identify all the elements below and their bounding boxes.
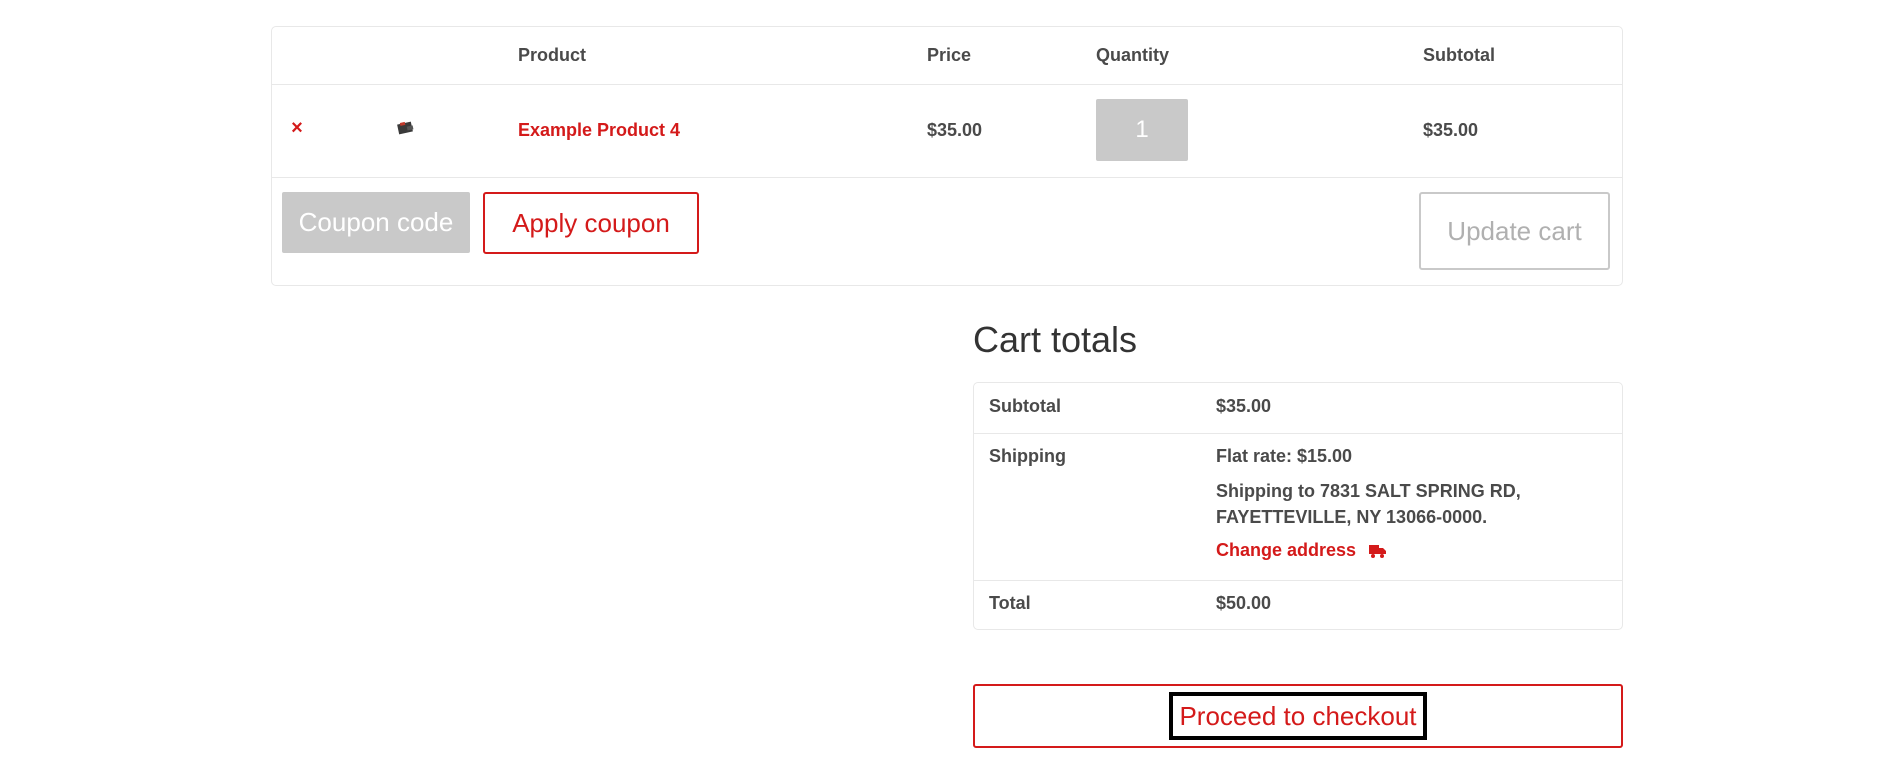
product-subtotal: $35.00 [1423,120,1479,140]
product-thumbnail-icon[interactable] [396,119,416,137]
remove-item-icon[interactable]: × [287,118,307,138]
header-price: Price [927,45,972,65]
product-name-cell: Example Product 4 [518,84,680,177]
cart-actions: Coupon code Apply coupon Update cart [272,177,1622,285]
totals-row-total: Total $50.00 [974,580,1622,630]
cart-page: Product Price Quantity Subtotal × Exampl… [0,0,1891,773]
change-address-link[interactable]: Change address [1216,537,1387,563]
product-name-link[interactable]: Example Product 4 [518,120,680,140]
subtotal-value: $35.00 [1216,396,1272,416]
header-product: Product [518,45,587,65]
shipping-label: Shipping [989,446,1066,466]
totals-row-shipping: Shipping Flat rate: $15.00 Shipping to 7… [974,433,1622,581]
update-cart-button[interactable]: Update cart [1419,192,1610,270]
coupon-code-input[interactable]: Coupon code [282,192,470,253]
cart-totals-title: Cart totals [973,319,1138,360]
cart-table: Product Price Quantity Subtotal × Exampl… [271,26,1623,286]
total-label: Total [989,593,1031,613]
truck-icon [1369,545,1387,559]
header-quantity: Quantity [1096,45,1170,65]
checkout-container[interactable]: Proceed to checkout [973,684,1623,748]
product-price: $35.00 [927,120,983,140]
change-address-label: Change address [1216,540,1357,560]
shipping-destination-line2: FAYETTEVILLE, NY 13066-0000. [1216,507,1488,527]
quantity-input[interactable]: 1 [1096,99,1188,161]
subtotal-label: Subtotal [989,396,1061,416]
total-value: $50.00 [1216,593,1272,613]
shipping-method: Flat rate: $15.00 [1216,446,1353,466]
header-subtotal: Subtotal [1423,45,1495,65]
cart-totals-table: Subtotal $35.00 Shipping Flat rate: $15.… [973,382,1623,630]
cart-table-header: Product Price Quantity Subtotal [272,27,1622,85]
apply-coupon-button[interactable]: Apply coupon [483,192,699,254]
totals-row-subtotal: Subtotal $35.00 [974,383,1622,434]
cart-item-row: × Example Product 4 $35.00 1 $35.00 [272,84,1622,178]
shipping-destination-line1: Shipping to 7831 SALT SPRING RD, [1216,481,1521,501]
proceed-to-checkout-button[interactable]: Proceed to checkout [1169,692,1427,740]
